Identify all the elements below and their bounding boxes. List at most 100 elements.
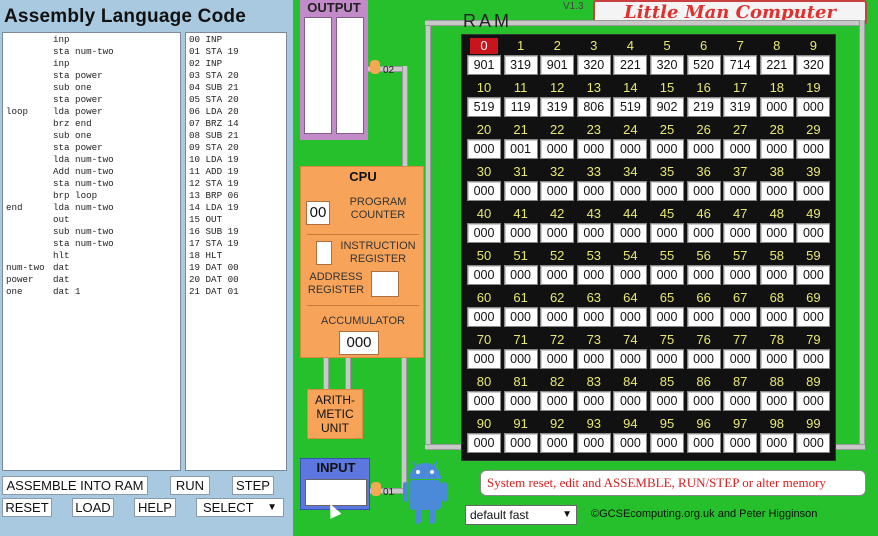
ram-value[interactable]: 000 xyxy=(576,307,611,327)
ram-value[interactable]: 000 xyxy=(576,181,611,201)
ram-value[interactable]: 000 xyxy=(576,265,611,285)
ram-value[interactable]: 000 xyxy=(613,349,648,369)
ram-value[interactable]: 000 xyxy=(796,391,831,411)
ram-value[interactable]: 000 xyxy=(796,97,831,117)
ram-value[interactable]: 000 xyxy=(503,391,538,411)
load-button[interactable]: LOAD xyxy=(72,498,114,517)
speed-select[interactable]: default fast ▼ xyxy=(465,505,577,525)
ram-value[interactable]: 000 xyxy=(723,433,758,453)
ram-value[interactable]: 000 xyxy=(686,349,721,369)
ram-value[interactable]: 000 xyxy=(503,181,538,201)
ram-value[interactable]: 000 xyxy=(467,181,501,201)
ram-value[interactable]: 219 xyxy=(686,97,721,117)
ram-value[interactable]: 000 xyxy=(686,433,721,453)
ram-value[interactable]: 806 xyxy=(576,97,611,117)
ram-value[interactable]: 000 xyxy=(540,139,575,159)
ram-value[interactable]: 000 xyxy=(759,307,794,327)
ram-value[interactable]: 000 xyxy=(759,139,794,159)
ram-value[interactable]: 221 xyxy=(613,55,648,75)
ram-value[interactable]: 000 xyxy=(723,307,758,327)
ram-value[interactable]: 000 xyxy=(796,433,831,453)
ram-value[interactable]: 000 xyxy=(467,223,501,243)
ram-value[interactable]: 519 xyxy=(467,97,501,117)
ram-value[interactable]: 000 xyxy=(467,265,501,285)
ram-value[interactable]: 000 xyxy=(723,223,758,243)
ram-value[interactable]: 000 xyxy=(723,391,758,411)
ram-value[interactable]: 000 xyxy=(613,391,648,411)
ram-value[interactable]: 901 xyxy=(467,55,501,75)
ram-value[interactable]: 000 xyxy=(540,391,575,411)
ram-value[interactable]: 000 xyxy=(686,223,721,243)
ram-value[interactable]: 000 xyxy=(503,349,538,369)
ram-value[interactable]: 000 xyxy=(723,349,758,369)
step-button[interactable]: STEP xyxy=(232,476,274,495)
help-button[interactable]: HELP xyxy=(134,498,176,517)
select-dropdown[interactable]: SELECT ▼ xyxy=(196,498,284,517)
ram-value[interactable]: 000 xyxy=(613,307,648,327)
ram-value[interactable]: 902 xyxy=(650,97,684,117)
ram-value[interactable]: 000 xyxy=(650,223,684,243)
ram-value[interactable]: 000 xyxy=(723,265,758,285)
ram-value[interactable]: 000 xyxy=(686,265,721,285)
ram-value[interactable]: 000 xyxy=(576,391,611,411)
ram-value[interactable]: 000 xyxy=(759,433,794,453)
ram-value[interactable]: 000 xyxy=(650,307,684,327)
ram-value[interactable]: 000 xyxy=(796,265,831,285)
ram-value[interactable]: 000 xyxy=(613,139,648,159)
ram-value[interactable]: 000 xyxy=(796,349,831,369)
ram-value[interactable]: 714 xyxy=(723,55,758,75)
ram-value[interactable]: 000 xyxy=(723,139,758,159)
ram-value[interactable]: 320 xyxy=(576,55,611,75)
ram-value[interactable]: 519 xyxy=(613,97,648,117)
ram-value[interactable]: 000 xyxy=(686,139,721,159)
ram-value[interactable]: 000 xyxy=(540,349,575,369)
run-button[interactable]: RUN xyxy=(170,476,210,495)
ram-value[interactable]: 000 xyxy=(759,349,794,369)
ram-value[interactable]: 320 xyxy=(650,55,684,75)
ram-value[interactable]: 319 xyxy=(540,97,575,117)
ram-value[interactable]: 000 xyxy=(576,433,611,453)
ram-value[interactable]: 901 xyxy=(540,55,575,75)
ram-value[interactable]: 000 xyxy=(759,97,794,117)
ram-value[interactable]: 000 xyxy=(540,181,575,201)
ram-value[interactable]: 000 xyxy=(650,391,684,411)
ram-value[interactable]: 000 xyxy=(576,223,611,243)
source-code-editor[interactable]: inp sta num-two inp sta power sub one sta pow… xyxy=(2,32,181,471)
ram-value[interactable]: 320 xyxy=(796,55,831,75)
ram-value[interactable]: 000 xyxy=(613,265,648,285)
ram-value[interactable]: 221 xyxy=(759,55,794,75)
ram-value[interactable]: 000 xyxy=(796,139,831,159)
ram-value[interactable]: 000 xyxy=(613,181,648,201)
ram-value[interactable]: 000 xyxy=(650,349,684,369)
ram-value[interactable]: 000 xyxy=(467,349,501,369)
ram-value[interactable]: 000 xyxy=(796,307,831,327)
ram-value[interactable]: 000 xyxy=(467,139,501,159)
ram-value[interactable]: 000 xyxy=(503,433,538,453)
ram-value[interactable]: 000 xyxy=(759,391,794,411)
ram-value[interactable]: 000 xyxy=(650,139,684,159)
ram-value[interactable]: 119 xyxy=(503,97,538,117)
ram-value[interactable]: 000 xyxy=(576,349,611,369)
ram-value[interactable]: 000 xyxy=(686,391,721,411)
ram-value[interactable]: 000 xyxy=(650,433,684,453)
ram-value[interactable]: 000 xyxy=(540,223,575,243)
ram-value[interactable]: 000 xyxy=(759,265,794,285)
ram-value[interactable]: 000 xyxy=(686,181,721,201)
ram-value[interactable]: 000 xyxy=(503,307,538,327)
ram-value[interactable]: 000 xyxy=(796,181,831,201)
program-counter-value[interactable]: 00 xyxy=(306,201,330,225)
ram-value[interactable]: 000 xyxy=(540,307,575,327)
ram-value[interactable]: 000 xyxy=(576,139,611,159)
ram-value[interactable]: 000 xyxy=(467,391,501,411)
ram-value[interactable]: 000 xyxy=(467,307,501,327)
ram-value[interactable]: 001 xyxy=(503,139,538,159)
ram-value[interactable]: 000 xyxy=(723,181,758,201)
reset-button[interactable]: RESET xyxy=(2,498,52,517)
ram-value[interactable]: 000 xyxy=(613,433,648,453)
ram-value[interactable]: 000 xyxy=(686,307,721,327)
ram-value[interactable]: 319 xyxy=(503,55,538,75)
ram-value[interactable]: 520 xyxy=(686,55,721,75)
ram-value[interactable]: 000 xyxy=(540,265,575,285)
ram-value[interactable]: 000 xyxy=(540,433,575,453)
ram-value[interactable]: 000 xyxy=(503,223,538,243)
